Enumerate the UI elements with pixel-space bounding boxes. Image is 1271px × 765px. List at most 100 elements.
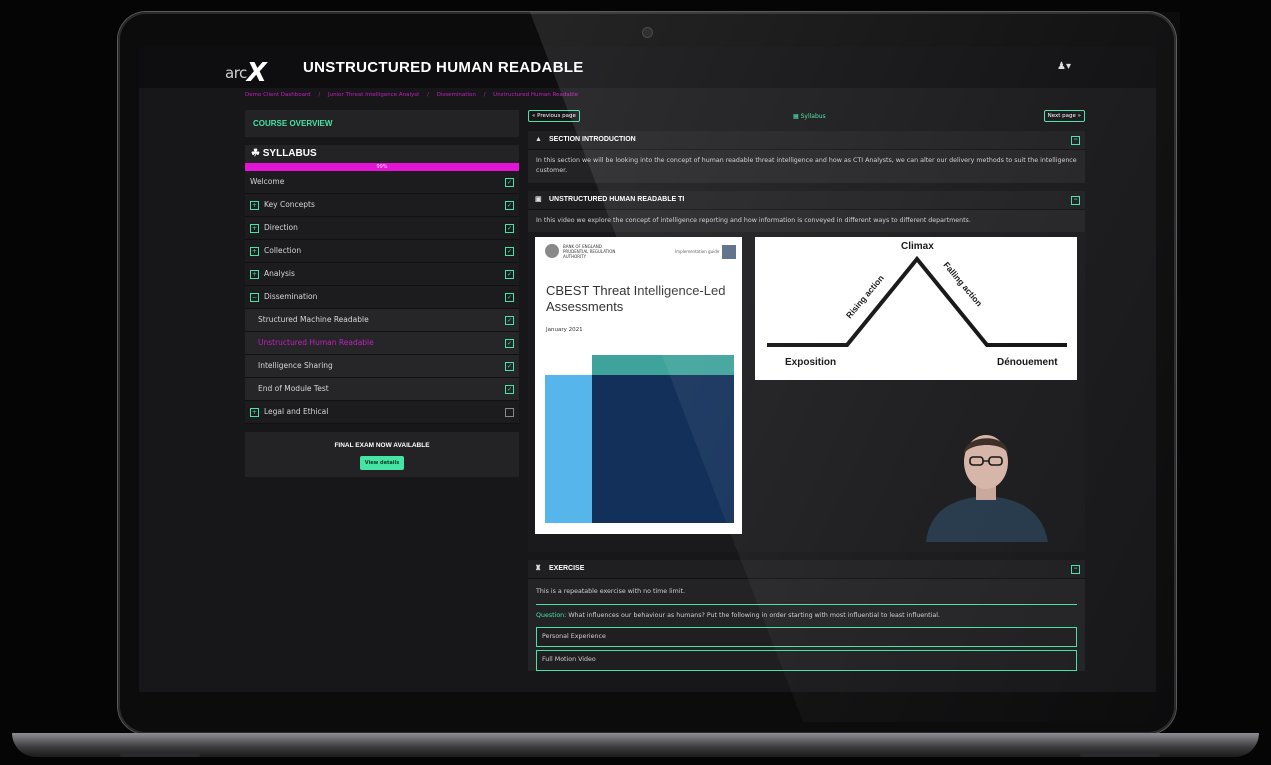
logo-prefix: arc bbox=[225, 64, 247, 82]
laptop-foot-right bbox=[1080, 752, 1160, 757]
laptop-screen: arcX UNSTRUCTURED HUMAN READABLE ♟▾ Demo… bbox=[139, 47, 1156, 692]
expand-icon[interactable]: + bbox=[250, 269, 259, 279]
breadcrumb-separator: / bbox=[427, 92, 429, 98]
top-bar: arcX UNSTRUCTURED HUMAN READABLE ♟▾ bbox=[139, 47, 1156, 88]
sidebar-item-label: Structured Machine Readable bbox=[258, 315, 369, 324]
completed-check-icon: ✓ bbox=[505, 362, 514, 371]
section-introduction: ▲ SECTION INTRODUCTION − In this section … bbox=[528, 131, 1085, 183]
sidebar-item-label: Analysis bbox=[264, 269, 295, 278]
sidebar-item-welcome[interactable]: Welcome ✓ bbox=[245, 171, 519, 194]
story-rising: Rising action bbox=[844, 273, 886, 320]
sidebar-item-collection[interactable]: + Collection ✓ bbox=[245, 240, 519, 263]
doc-organisation: BANK OF ENGLAND PRUDENTIAL REGULATION AU… bbox=[563, 244, 615, 259]
answer-option[interactable]: Full Motion Video bbox=[536, 650, 1077, 671]
expand-icon[interactable]: + bbox=[250, 246, 259, 256]
collapse-icon[interactable]: − bbox=[1071, 565, 1080, 575]
section-text: In this video we explore the concept of … bbox=[536, 216, 971, 224]
question: Question: What influences our behaviour … bbox=[536, 605, 1077, 627]
incomplete-check-icon bbox=[505, 408, 514, 417]
exercise-body: This is a repeatable exercise with no ti… bbox=[528, 579, 1085, 671]
doc-graphic bbox=[592, 375, 734, 524]
section-text: In this section we will be looking into … bbox=[536, 157, 1077, 175]
section-title: EXERCISE bbox=[549, 565, 585, 573]
bank-seal-icon bbox=[545, 244, 559, 259]
section-icon: ▲ bbox=[535, 136, 542, 143]
completed-check-icon: ✓ bbox=[505, 201, 514, 210]
next-page-button[interactable]: Next page » bbox=[1043, 110, 1085, 122]
sidebar-item-analysis[interactable]: + Analysis ✓ bbox=[245, 263, 519, 286]
section-title: SECTION INTRODUCTION bbox=[549, 136, 636, 143]
doc-badge-icon bbox=[722, 245, 736, 260]
slide-document: BANK OF ENGLAND PRUDENTIAL REGULATION AU… bbox=[535, 237, 742, 535]
collapse-icon[interactable]: − bbox=[1071, 136, 1080, 145]
story-climax: Climax bbox=[901, 241, 934, 252]
user-icon: ♟ bbox=[1057, 61, 1066, 72]
sidebar-item-unstructured-human-readable[interactable]: Unstructured Human Readable ✓ bbox=[245, 332, 519, 355]
breadcrumb-separator: / bbox=[318, 92, 321, 98]
breadcrumb-module[interactable]: Dissemination bbox=[437, 92, 476, 98]
completed-check-icon: ✓ bbox=[505, 293, 514, 302]
section-header[interactable]: ▣ UNSTRUCTURED HUMAN READABLE TI − bbox=[528, 190, 1085, 210]
sidebar-item-legal-and-ethical[interactable]: + Legal and Ethical bbox=[245, 401, 519, 424]
sidebar: COURSE OVERVIEW ☘ SYLLABUS 99% Welcome ✓… bbox=[245, 110, 519, 477]
completed-check-icon: ✓ bbox=[505, 178, 514, 187]
page-nav: « Previous page ▦ Syllabus Next page » bbox=[528, 110, 1085, 124]
completed-check-icon: ✓ bbox=[505, 339, 514, 348]
view-details-button[interactable]: View details bbox=[359, 456, 405, 470]
sidebar-item-key-concepts[interactable]: + Key Concepts ✓ bbox=[245, 194, 519, 217]
sidebar-item-dissemination[interactable]: − Dissemination ✓ bbox=[245, 286, 519, 309]
user-menu[interactable]: ♟▾ bbox=[1057, 61, 1071, 72]
sidebar-item-label: Unstructured Human Readable bbox=[258, 338, 374, 347]
story-falling: Falling action bbox=[941, 260, 984, 308]
syllabus-label: SYLLABUS bbox=[262, 148, 317, 159]
chevron-down-icon: ▾ bbox=[1065, 61, 1071, 72]
sidebar-item-label: Dissemination bbox=[264, 292, 318, 301]
story-denouement: Dénouement bbox=[997, 357, 1058, 368]
breadcrumb-current: Unstructured Human Readable bbox=[493, 92, 579, 98]
doc-title: CBEST Threat Intelligence-Led Assessment… bbox=[546, 283, 726, 315]
exercise-icon: ♜ bbox=[535, 565, 542, 573]
collapse-icon[interactable]: − bbox=[1071, 195, 1080, 205]
list-icon: ▦ bbox=[793, 113, 801, 120]
completed-check-icon: ✓ bbox=[505, 224, 514, 233]
logo[interactable]: arcX bbox=[225, 55, 267, 88]
completed-check-icon: ✓ bbox=[505, 385, 514, 394]
sidebar-item-direction[interactable]: + Direction ✓ bbox=[245, 217, 519, 240]
presenter-video bbox=[926, 435, 1048, 543]
syllabus-link[interactable]: ▦ Syllabus bbox=[793, 113, 826, 120]
story-exposition: Exposition bbox=[785, 357, 836, 368]
page-title: UNSTRUCTURED HUMAN READABLE bbox=[303, 59, 584, 76]
doc-graphic bbox=[592, 355, 734, 376]
breadcrumb-course[interactable]: Junior Threat Intelligence Analyst bbox=[328, 92, 419, 98]
main-content: « Previous page ▦ Syllabus Next page » ▲… bbox=[528, 110, 1085, 671]
exercise-text: This is a repeatable exercise with no ti… bbox=[536, 585, 1077, 605]
expand-icon[interactable]: + bbox=[250, 407, 259, 417]
collapse-icon[interactable]: − bbox=[250, 292, 259, 302]
video-player[interactable]: BANK OF ENGLAND PRUDENTIAL REGULATION AU… bbox=[528, 232, 1085, 553]
question-text: What influences our behaviour as humans?… bbox=[568, 611, 941, 619]
doc-guide-label: Implementation guide bbox=[675, 249, 720, 255]
answer-option[interactable]: Personal Experience bbox=[536, 626, 1077, 648]
syllabus-icon: ☘ bbox=[251, 148, 260, 159]
final-exam-title: FINAL EXAM NOW AVAILABLE bbox=[334, 442, 430, 449]
breadcrumb-separator: / bbox=[483, 92, 486, 98]
completed-check-icon: ✓ bbox=[505, 247, 514, 256]
syllabus-heading: ☘ SYLLABUS bbox=[245, 145, 519, 163]
expand-icon[interactable]: + bbox=[250, 223, 259, 233]
course-overview-link[interactable]: COURSE OVERVIEW bbox=[245, 110, 519, 137]
previous-page-button[interactable]: « Previous page bbox=[528, 110, 580, 122]
sidebar-item-intelligence-sharing[interactable]: Intelligence Sharing ✓ bbox=[245, 355, 519, 378]
sidebar-item-structured-machine-readable[interactable]: Structured Machine Readable ✓ bbox=[245, 309, 519, 332]
webcam bbox=[642, 27, 653, 38]
sidebar-item-end-of-module-test[interactable]: End of Module Test ✓ bbox=[245, 378, 519, 401]
doc-org-line: AUTHORITY bbox=[563, 253, 587, 259]
section-header[interactable]: ♜ EXERCISE − bbox=[528, 560, 1085, 580]
laptop-foot-left bbox=[120, 752, 200, 757]
story-arc-diagram: Climax Rising action Falling action Expo… bbox=[755, 237, 1077, 381]
final-exam-panel: FINAL EXAM NOW AVAILABLE View details bbox=[245, 432, 519, 477]
sidebar-item-label: Key Concepts bbox=[264, 200, 315, 209]
doc-graphic bbox=[545, 375, 592, 524]
expand-icon[interactable]: + bbox=[250, 200, 259, 210]
breadcrumb-dashboard[interactable]: Demo Client Dashboard bbox=[245, 92, 311, 98]
section-header[interactable]: ▲ SECTION INTRODUCTION − bbox=[528, 131, 1085, 150]
